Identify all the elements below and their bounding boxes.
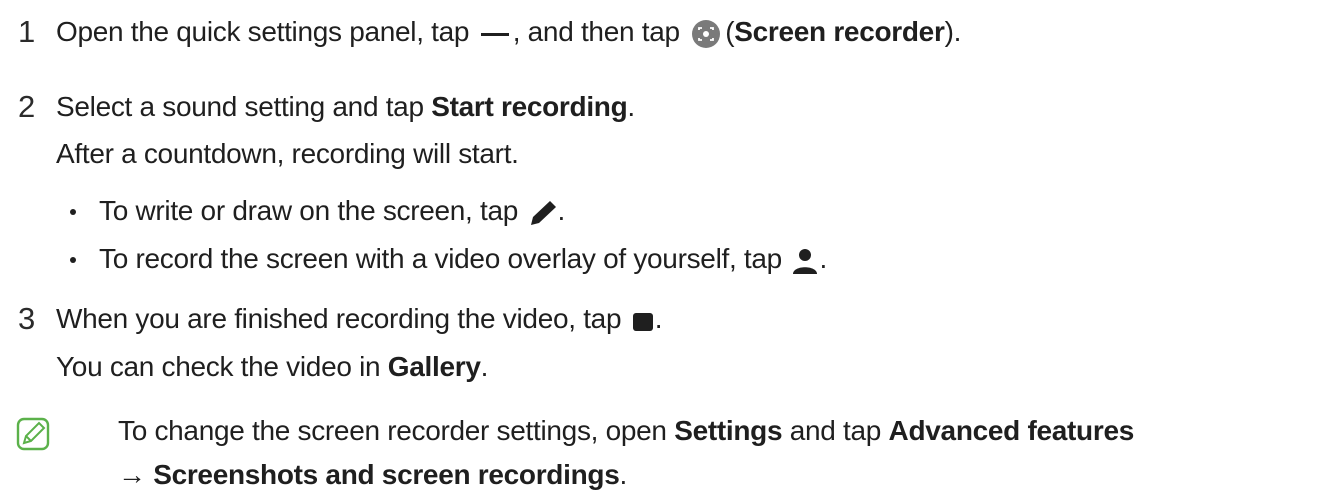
step-2-text-after: . [627,91,635,122]
bullet-1-text: To write or draw on the screen, tap . [99,194,565,228]
advanced-features-label: Advanced features [888,415,1135,446]
step-number-2: 2 [18,89,35,124]
step-2-text: Select a sound setting and tap Start rec… [56,90,635,124]
step-3-text: When you are finished recording the vide… [56,302,663,336]
stop-icon [631,309,655,333]
pen-icon [528,199,558,227]
note-line1-mid: and tap [789,415,882,446]
step-2-text-before: Select a sound setting and tap [56,91,424,122]
step-number-3: 3 [18,301,35,336]
settings-label: Settings [674,415,783,446]
step-3-text-after: . [654,303,663,334]
note-line-2: → Screenshots and screen recordings. [118,458,627,492]
bullet-1-end: . [557,195,566,226]
step-1-text: Open the quick settings panel, tap , and… [56,15,961,49]
gallery-label: Gallery [387,351,481,382]
more-options-dash-icon [479,27,511,41]
step-1-text-middle: , and then tap [512,16,680,47]
person-icon [791,247,819,275]
bullet-2-label: To record the screen with a video overla… [99,243,782,274]
step-2-subtext: After a countdown, recording will start. [56,138,519,169]
bullet-2-end: . [819,243,827,274]
step-3-text-before: When you are finished recording the vide… [56,303,622,334]
start-recording-label: Start recording [431,91,628,122]
note-line2-after: . [619,459,627,490]
arrow-icon: → [118,459,146,490]
note-icon [16,417,50,451]
note-line1-before: To change the screen recorder settings, … [118,415,667,446]
bullet-2-text: To record the screen with a video overla… [99,242,827,276]
note-line-1: To change the screen recorder settings, … [118,414,1134,448]
screen-recorder-icon [691,19,721,49]
step-1-text-before: Open the quick settings panel, tap [56,16,470,47]
step-1-bold-close: ). [944,16,962,47]
bullet-2-dot [70,257,76,263]
bullet-1-label: To write or draw on the screen, tap [99,195,519,226]
screen-recorder-label: Screen recorder [734,16,945,47]
screenshots-and-screen-recordings-label: Screenshots and screen recordings [153,459,620,490]
bullet-1-dot [70,209,76,215]
step-3-subtext-after: . [480,351,489,382]
step-number-1: 1 [18,14,35,49]
step-1-bold-open: ( [725,16,735,47]
step-3-subtext-before: You can check the video in [56,351,381,382]
step-3-subtext: You can check the video in Gallery. [56,350,488,384]
